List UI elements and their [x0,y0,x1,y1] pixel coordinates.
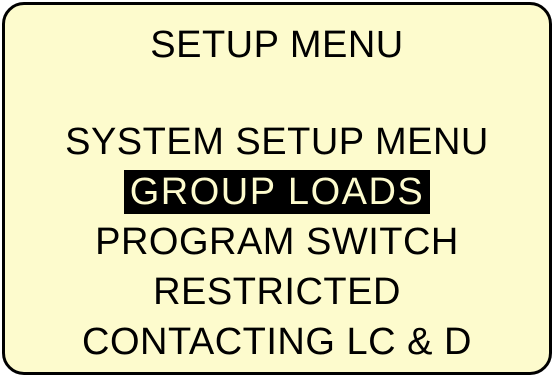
screen-title: SETUP MENU [150,24,404,66]
menu-item-label-selected: GROUP LOADS [123,170,431,214]
menu-item-label: RESTRICTED [153,271,401,313]
menu-item-label: SYSTEM SETUP MENU [65,121,489,163]
menu-item-system-setup-menu[interactable]: SYSTEM SETUP MENU [5,117,549,167]
menu-item-contacting-lcd[interactable]: CONTACTING LC & D [5,317,549,367]
menu-item-group-loads[interactable]: GROUP LOADS [5,167,549,217]
menu-item-label: PROGRAM SWITCH [95,221,459,263]
menu-item-program-switch[interactable]: PROGRAM SWITCH [5,217,549,267]
setup-menu-list: SYSTEM SETUP MENU GROUP LOADS PROGRAM SW… [5,117,549,367]
menu-item-label: CONTACTING LC & D [82,321,472,363]
lcd-screen: SETUP MENU SYSTEM SETUP MENU GROUP LOADS… [2,2,552,375]
menu-item-restricted[interactable]: RESTRICTED [5,267,549,317]
